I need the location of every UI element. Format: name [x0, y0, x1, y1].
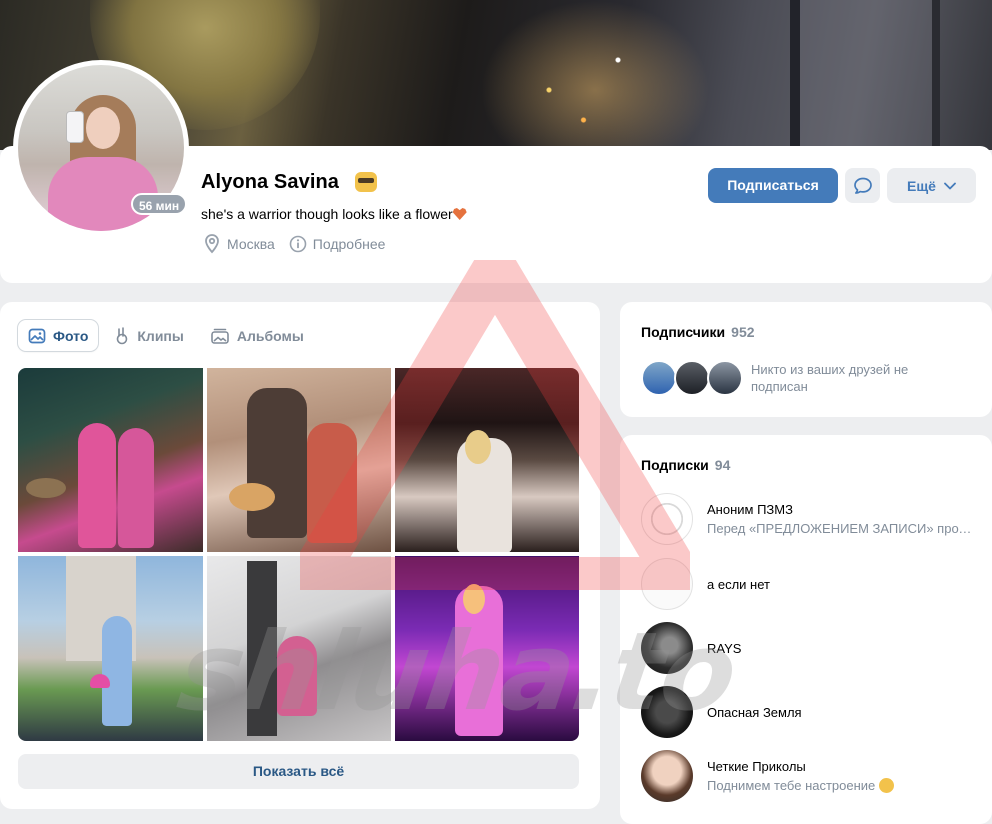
cover-window-frame — [790, 0, 940, 150]
message-button[interactable] — [845, 168, 880, 203]
cover-city-lights — [480, 0, 710, 150]
show-all-button[interactable]: Показать всё — [18, 754, 579, 789]
followers-card: Подписчики 952 Никто из ваших друзей не п… — [620, 302, 992, 417]
subscription-item[interactable]: Четкие Приколы Поднимем тебе настроение — [641, 750, 981, 802]
follower-avatar[interactable] — [674, 360, 710, 396]
subscriptions-title[interactable]: Подписки 94 — [641, 457, 730, 473]
photo-thumbnail[interactable] — [18, 368, 203, 552]
subscription-text: Четкие Приколы Поднимем тебе настроение — [707, 759, 973, 793]
follower-avatar[interactable] — [641, 360, 677, 396]
tab-photos-label: Фото — [53, 327, 89, 344]
location-icon — [205, 234, 219, 254]
photo-thumbnail[interactable] — [395, 368, 579, 552]
photo-grid — [18, 368, 579, 741]
subscriptions-count: 94 — [714, 457, 731, 473]
subscription-name: а если нет — [707, 576, 770, 592]
broken-heart-icon — [452, 208, 467, 220]
photos-block: Фото Клипы Альбомы Показать всё — [0, 302, 600, 809]
photo-tabs: Фото Клипы Альбомы — [18, 320, 314, 351]
subscription-name: RAYS — [707, 640, 742, 656]
info-icon — [289, 235, 307, 253]
details-label: Подробнее — [312, 236, 386, 252]
followers-count: 952 — [731, 324, 755, 340]
tab-photos[interactable]: Фото — [18, 320, 99, 351]
city-label: Москва — [227, 236, 275, 252]
clips-icon — [117, 326, 128, 344]
tab-clips[interactable]: Клипы — [104, 320, 193, 351]
smile-emoji-icon — [878, 778, 894, 793]
followers-note: Никто из ваших друзей не подписан — [751, 362, 909, 394]
subscription-avatar — [641, 686, 693, 738]
subscription-desc: Поднимем тебе настроение — [707, 778, 973, 793]
online-badge: 56 мин — [131, 193, 188, 215]
subscription-text: а если нет — [707, 577, 770, 592]
subscriptions-title-label: Подписки — [641, 457, 709, 473]
profile-meta: Москва Подробнее — [203, 234, 385, 254]
photo-icon — [28, 328, 46, 343]
subscription-text: Опасная Земля — [707, 705, 802, 720]
details-link[interactable]: Подробнее — [289, 234, 386, 254]
subscription-text: Аноним ПЗМЗ Перед «ПРЕДЛОЖЕНИЕМ ЗАПИСИ» … — [707, 502, 973, 536]
more-label: Ещё — [907, 177, 936, 194]
photo-thumbnail[interactable] — [207, 368, 391, 552]
cool-emoji-icon — [355, 172, 377, 192]
followers-title[interactable]: Подписчики 952 — [641, 324, 755, 340]
subscription-text: RAYS — [707, 641, 741, 656]
message-icon — [853, 177, 872, 194]
subscription-item[interactable]: а если нет — [641, 558, 981, 610]
tab-albums-label: Альбомы — [236, 327, 304, 344]
subscription-item[interactable]: Опасная Земля — [641, 686, 981, 738]
status-text: she's a warrior though looks like a flow… — [201, 206, 453, 222]
subscription-avatar — [641, 622, 693, 674]
photo-thumbnail[interactable] — [18, 556, 203, 741]
follower-avatar[interactable] — [707, 360, 743, 396]
subscription-name: Четкие Приколы — [707, 759, 806, 774]
subscription-avatar — [641, 493, 693, 545]
photo-thumbnail[interactable] — [207, 556, 391, 741]
subscription-desc-text: Поднимем тебе настроение — [707, 778, 876, 793]
chevron-down-icon — [944, 182, 956, 189]
more-button[interactable]: Ещё — [887, 168, 976, 203]
tab-clips-label: Клипы — [137, 327, 184, 344]
subscription-name: Аноним ПЗМЗ — [707, 502, 793, 517]
subscription-item[interactable]: Аноним ПЗМЗ Перед «ПРЕДЛОЖЕНИЕМ ЗАПИСИ» … — [641, 493, 981, 545]
city-item[interactable]: Москва — [203, 234, 275, 254]
subscription-desc: Перед «ПРЕДЛОЖЕНИЕМ ЗАПИСИ» прочитайте п… — [707, 521, 973, 536]
subscription-item[interactable]: RAYS — [641, 622, 981, 674]
followers-title-label: Подписчики — [641, 324, 726, 340]
subscription-name: Опасная Земля — [707, 704, 802, 720]
tab-albums[interactable]: Альбомы — [200, 320, 314, 351]
profile-name: Alyona Savina — [201, 171, 340, 193]
subscribe-button[interactable]: Подписаться — [708, 168, 838, 203]
photo-thumbnail[interactable] — [395, 556, 579, 741]
profile-status: she's a warrior though looks like a flow… — [201, 206, 467, 222]
subscription-avatar — [641, 750, 693, 802]
subscriptions-card: Подписки 94 Аноним ПЗМЗ Перед «ПРЕДЛОЖЕНИ… — [620, 435, 992, 824]
subscription-avatar — [641, 558, 693, 610]
albums-icon — [211, 328, 229, 344]
